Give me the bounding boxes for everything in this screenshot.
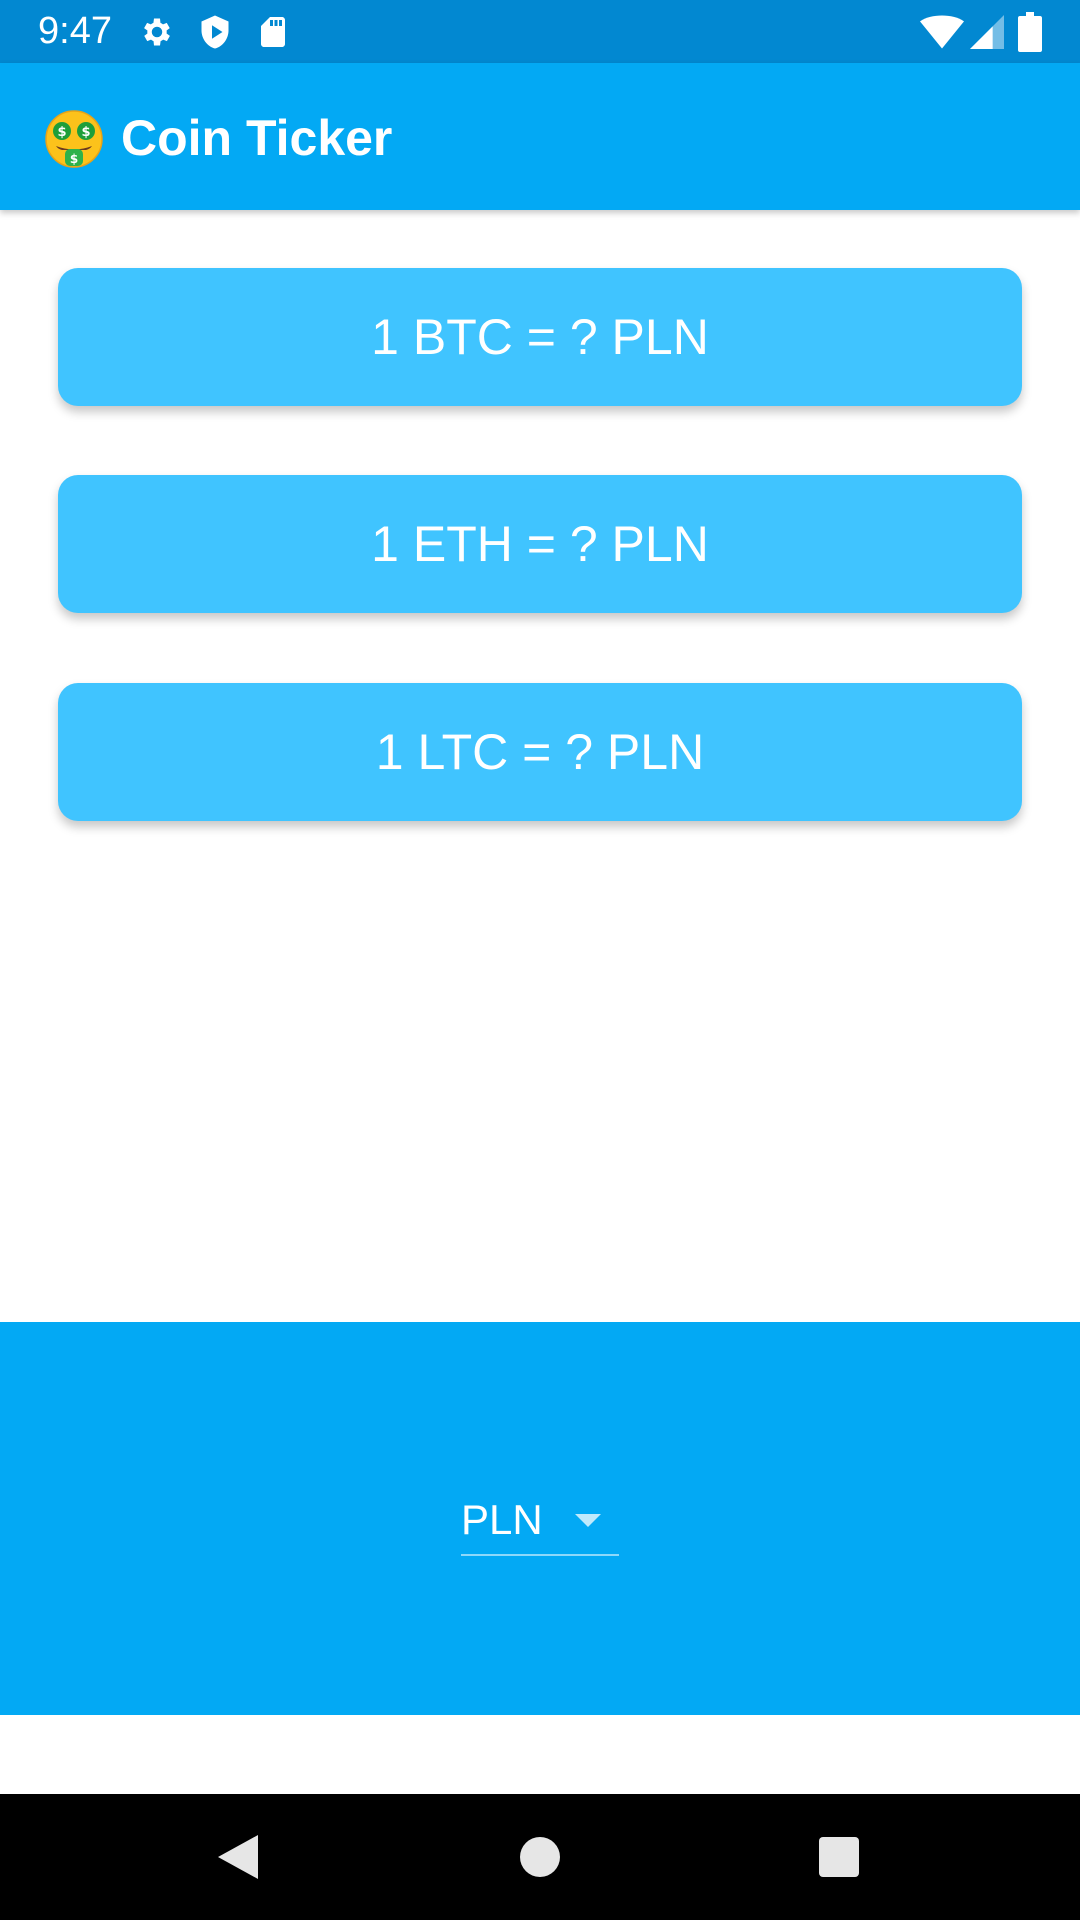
- status-time: 9:47: [38, 10, 112, 52]
- app-title: Coin Ticker: [121, 110, 393, 166]
- currency-dropdown[interactable]: PLN: [461, 1490, 619, 1556]
- sd-card-icon: [255, 14, 291, 50]
- currency-selected-value: PLN: [461, 1496, 543, 1543]
- eth-rate-card: 1 ETH = ? PLN: [58, 475, 1022, 613]
- svg-text:$: $: [57, 125, 66, 140]
- svg-text:$: $: [81, 125, 90, 140]
- shield-play-icon: [197, 14, 233, 50]
- currency-picker-panel: PLN: [0, 1322, 1080, 1715]
- gear-icon: [139, 14, 175, 50]
- ltc-rate-card: 1 LTC = ? PLN: [58, 683, 1022, 821]
- back-icon[interactable]: [212, 1829, 268, 1885]
- status-bar: 9:47: [0, 0, 1080, 63]
- battery-icon: [1018, 12, 1042, 52]
- svg-text:$: $: [70, 152, 78, 166]
- wifi-icon: [920, 15, 964, 49]
- home-icon[interactable]: [512, 1829, 568, 1885]
- recents-icon[interactable]: [811, 1829, 867, 1885]
- money-mouth-face-icon: $ $ $: [44, 109, 104, 169]
- cell-signal-icon: [970, 15, 1004, 49]
- btc-rate-card: 1 BTC = ? PLN: [58, 268, 1022, 406]
- navigation-bar: [0, 1794, 1080, 1920]
- dropdown-arrow-icon: [573, 1510, 603, 1530]
- app-bar: $ $ $ Coin Ticker: [0, 63, 1080, 210]
